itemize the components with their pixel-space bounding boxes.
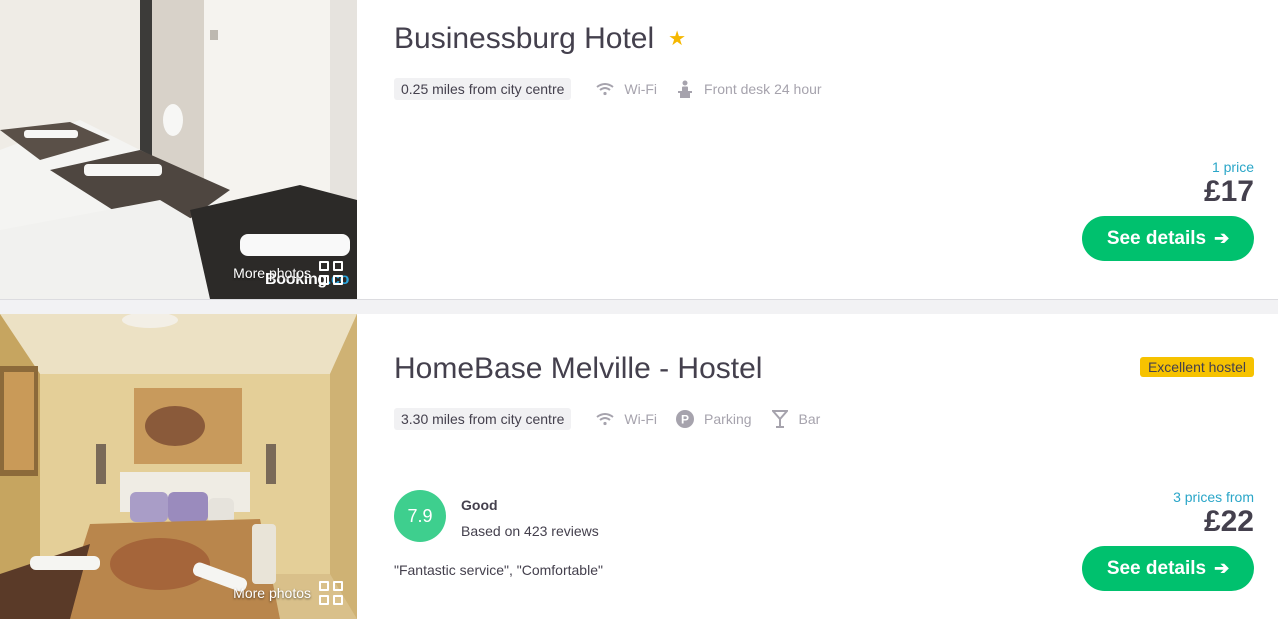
review-score: 7.9 xyxy=(394,490,446,542)
bar-icon xyxy=(770,409,790,429)
amenity-label: Front desk 24 hour xyxy=(704,81,822,97)
room-photo-image xyxy=(0,0,357,299)
hotel-title[interactable]: Businessburg Hotel ★ xyxy=(394,22,686,56)
amenity-front-desk: Front desk 24 hour xyxy=(675,79,822,99)
more-photos-button[interactable]: More photos xyxy=(233,261,343,285)
review-count: Based on 423 reviews xyxy=(461,523,599,539)
hotel-card[interactable]: Booking.co More photos Businessburg Hote… xyxy=(0,0,1278,299)
review-highlights: "Fantastic service", "Comfortable" xyxy=(394,562,603,578)
price-value: £22 xyxy=(1203,505,1254,538)
arrow-right-icon: ➔ xyxy=(1214,228,1230,248)
hotel-photo[interactable]: More photos xyxy=(0,314,357,619)
rating-label: Good xyxy=(461,497,498,513)
hotel-card[interactable]: More photos HomeBase Melville - Hostel E… xyxy=(0,314,1278,619)
room-photo-image xyxy=(0,314,357,619)
more-photos-label: More photos xyxy=(233,585,311,601)
amenity-label: Wi-Fi xyxy=(624,411,658,427)
hotel-name[interactable]: HomeBase Melville - Hostel xyxy=(394,352,762,385)
price-block: 1 price £17 xyxy=(1204,159,1254,208)
price-count: 1 price xyxy=(1211,159,1254,175)
amenity-wifi: Wi-Fi xyxy=(595,79,657,99)
see-details-button[interactable]: See details ➔ xyxy=(1082,546,1254,591)
amenity-label: Bar xyxy=(798,411,821,427)
front-desk-icon xyxy=(675,79,695,99)
see-details-label: See details xyxy=(1106,557,1207,579)
gallery-grid-icon xyxy=(319,261,343,285)
amenity-bar: Bar xyxy=(770,409,821,429)
hotel-facts-row: 3.30 miles from city centre Wi-Fi P Park… xyxy=(394,408,820,430)
svg-text:P: P xyxy=(681,413,689,427)
wifi-icon xyxy=(595,409,615,429)
distance-badge: 0.25 miles from city centre xyxy=(394,78,572,100)
amenity-label: Wi-Fi xyxy=(624,81,658,97)
wifi-icon xyxy=(595,79,615,99)
hotel-facts-row: 0.25 miles from city centre Wi-Fi Front … xyxy=(394,78,822,100)
price-block: 3 prices from £22 xyxy=(1173,489,1254,538)
distance-badge: 3.30 miles from city centre xyxy=(394,408,572,430)
star-icon: ★ xyxy=(668,28,687,50)
gallery-grid-icon xyxy=(319,581,343,605)
parking-icon: P xyxy=(675,409,695,429)
hotel-photo[interactable]: Booking.co More photos xyxy=(0,0,357,299)
hotel-name[interactable]: Businessburg Hotel xyxy=(394,22,654,55)
amenity-wifi: Wi-Fi xyxy=(595,409,657,429)
hotel-title[interactable]: HomeBase Melville - Hostel xyxy=(394,352,762,386)
more-photos-label: More photos xyxy=(233,265,311,281)
see-details-label: See details xyxy=(1106,227,1207,249)
excellent-hostel-tag: Excellent hostel xyxy=(1139,357,1254,377)
amenity-parking: P Parking xyxy=(675,409,752,429)
price-count: 3 prices from xyxy=(1173,489,1254,505)
arrow-right-icon: ➔ xyxy=(1214,558,1230,578)
price-value: £17 xyxy=(1203,175,1254,208)
amenity-label: Parking xyxy=(704,411,752,427)
more-photos-button[interactable]: More photos xyxy=(233,581,343,605)
see-details-button[interactable]: See details ➔ xyxy=(1082,216,1254,261)
card-divider xyxy=(0,299,1278,314)
